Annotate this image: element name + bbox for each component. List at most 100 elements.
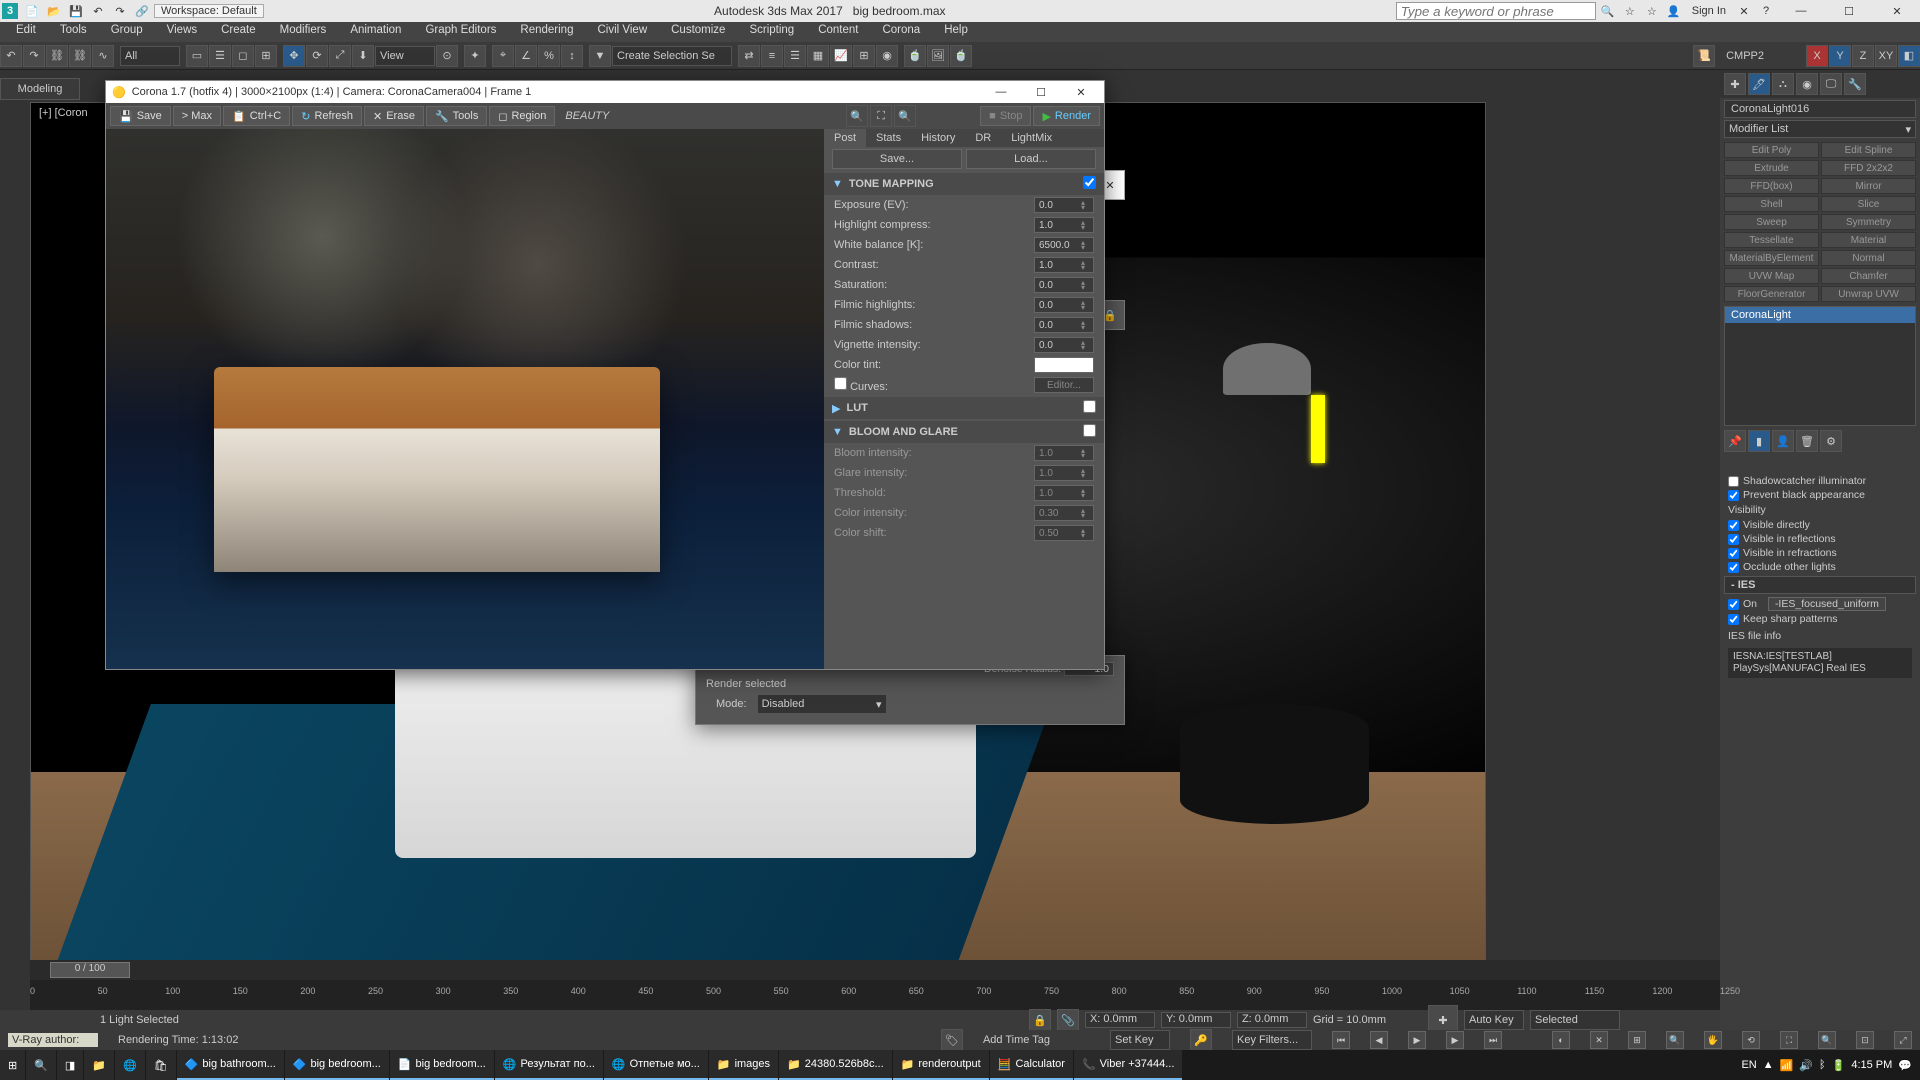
goto-start-icon[interactable]: ⏮ (1332, 1031, 1350, 1049)
ref-coord[interactable]: View (375, 46, 435, 66)
vfb-close[interactable]: ✕ (1064, 82, 1098, 102)
menu-corona[interactable]: Corona (870, 22, 932, 42)
visible-refractions-check[interactable]: Visible in refractions (1720, 546, 1920, 560)
mod-normal[interactable]: Normal (1821, 250, 1916, 266)
mirror-icon[interactable]: ⇄ (738, 45, 760, 67)
menu-tools[interactable]: Tools (48, 22, 99, 42)
tb-bigbed1[interactable]: 🔷big bedroom... (285, 1050, 389, 1080)
curves-check[interactable] (834, 377, 847, 390)
signin-link[interactable]: Sign In (1686, 5, 1732, 17)
vfb-minimize[interactable]: ― (984, 82, 1018, 102)
hierarchy-panel-icon[interactable]: ⛬ (1772, 73, 1794, 95)
bloom-value-4[interactable]: 0.50▴▾ (1034, 525, 1094, 541)
isolate-icon[interactable]: ◐ (1552, 1031, 1570, 1049)
keymode-dropdown[interactable]: Selected (1530, 1010, 1620, 1030)
mod-editspline[interactable]: Edit Spline (1821, 142, 1916, 158)
key-icon[interactable]: 🔑 (1190, 1029, 1212, 1051)
vfb-erase-button[interactable]: ✕Erase (364, 106, 424, 126)
bloom-value-0[interactable]: 1.0▴▾ (1034, 445, 1094, 461)
tm-value-5[interactable]: 0.0▴▾ (1034, 297, 1094, 313)
tb-bigbed2[interactable]: 📄big bedroom... (390, 1050, 494, 1080)
prev-frame-icon[interactable]: ◀ (1370, 1031, 1388, 1049)
ies-on-check[interactable]: On -IES_focused_uniform (1720, 596, 1920, 612)
setkey-button[interactable]: Set Key (1110, 1030, 1170, 1050)
modify-panel-icon[interactable]: 🖊 (1748, 73, 1770, 95)
tm-value-0[interactable]: 0.0▴▾ (1034, 197, 1094, 213)
menu-content[interactable]: Content (806, 22, 870, 42)
mod-editpoly[interactable]: Edit Poly (1724, 142, 1819, 158)
undo-icon[interactable]: ↶ (90, 3, 106, 19)
named-selection[interactable]: Create Selection Se (612, 46, 732, 66)
bind-icon[interactable]: ∿ (92, 45, 114, 67)
render-prod-icon[interactable]: 🍵 (950, 45, 972, 67)
tray-net-icon[interactable]: 📶 (1780, 1059, 1794, 1072)
bloom-value-2[interactable]: 1.0▴▾ (1034, 485, 1094, 501)
shadowcatcher-check[interactable]: Shadowcatcher illuminator (1720, 474, 1920, 488)
y-axis-button[interactable]: Y (1829, 45, 1851, 67)
zoom-out-icon[interactable]: 🔍 (846, 105, 868, 127)
mod-sweep[interactable]: Sweep (1724, 214, 1819, 230)
move-icon[interactable]: ✥ (283, 45, 305, 67)
add-timetag[interactable]: Add Time Tag (983, 1034, 1050, 1046)
vfb-region-button[interactable]: ◻Region (489, 106, 555, 126)
z-field[interactable]: Z: 0.0mm (1237, 1012, 1307, 1028)
modifier-list-dropdown[interactable]: Modifier List▾ (1724, 120, 1916, 138)
tray-notif-icon[interactable]: 💬 (1898, 1059, 1912, 1072)
tm-value-3[interactable]: 1.0▴▾ (1034, 257, 1094, 273)
autokey-button[interactable]: Auto Key (1464, 1010, 1524, 1030)
script-icon[interactable]: 📜 (1693, 45, 1715, 67)
search-tb-icon[interactable]: 🔍 (26, 1050, 56, 1080)
menu-grapheditors[interactable]: Graph Editors (413, 22, 508, 42)
config-icon[interactable]: ⚙ (1820, 430, 1842, 452)
vfb-tools-button[interactable]: 🔧Tools (426, 106, 487, 126)
new-icon[interactable]: 📄 (24, 3, 40, 19)
menu-views[interactable]: Views (155, 22, 209, 42)
tb-calc[interactable]: 🧮Calculator (990, 1050, 1073, 1080)
time-knob[interactable]: 0 / 100 (50, 962, 130, 978)
z-axis-button[interactable]: Z (1852, 45, 1874, 67)
curve-ed-icon[interactable]: 📈 (830, 45, 852, 67)
tray-icon[interactable]: ▲ (1763, 1059, 1774, 1071)
snap-icon[interactable]: ⌖ (492, 45, 514, 67)
goto-end-icon[interactable]: ⏭ (1484, 1031, 1502, 1049)
x-axis-button[interactable]: X (1806, 45, 1828, 67)
color-tint-swatch[interactable] (1034, 357, 1094, 373)
menu-rendering[interactable]: Rendering (508, 22, 585, 42)
vfb-render-view[interactable] (106, 129, 826, 669)
menu-create[interactable]: Create (209, 22, 268, 42)
tray-batt-icon[interactable]: 🔋 (1832, 1059, 1846, 1072)
explorer-icon[interactable]: 📁 (84, 1050, 114, 1080)
mod-matbyelem[interactable]: MaterialByElement (1724, 250, 1819, 266)
utilities-panel-icon[interactable]: 🔧 (1844, 73, 1866, 95)
star-icon[interactable]: ☆ (1622, 3, 1638, 19)
toggle-icon[interactable]: ▦ (807, 45, 829, 67)
tag-icon[interactable]: 🏷 (941, 1029, 963, 1051)
mod-ffd222[interactable]: FFD 2x2x2 (1821, 160, 1916, 176)
vfb-stop-button[interactable]: ■Stop (980, 106, 1031, 126)
menu-group[interactable]: Group (99, 22, 155, 42)
sel-lock-icon[interactable]: 📎 (1057, 1009, 1079, 1031)
maximize-button[interactable]: ☐ (1826, 0, 1872, 22)
nav7-icon[interactable]: ⊡ (1856, 1031, 1874, 1049)
nav4-icon[interactable]: ⟲ (1742, 1031, 1760, 1049)
start-button[interactable]: ⊞ (0, 1050, 25, 1080)
vfb-max-button[interactable]: > Max (173, 106, 221, 126)
bloom-enable-check[interactable] (1083, 424, 1096, 437)
bloom-section[interactable]: ▼BLOOM AND GLARE (824, 421, 1104, 443)
vfb-save-settings[interactable]: Save... (832, 149, 962, 169)
display-panel-icon[interactable]: 🖵 (1820, 73, 1842, 95)
motion-panel-icon[interactable]: ◉ (1796, 73, 1818, 95)
constraint-icon[interactable]: ◧ (1898, 45, 1920, 67)
show-end-icon[interactable]: ▮ (1748, 430, 1770, 452)
schematic-icon[interactable]: ⊞ (853, 45, 875, 67)
mod-symmetry[interactable]: Symmetry (1821, 214, 1916, 230)
vfb-copy-button[interactable]: 📋Ctrl+C (223, 106, 290, 126)
close-button[interactable]: ✕ (1874, 0, 1920, 22)
xview-icon[interactable]: ✕ (1590, 1031, 1608, 1049)
selection-filter[interactable]: All (120, 46, 180, 66)
tone-mapping-section[interactable]: ▼TONE MAPPING (824, 173, 1104, 195)
visible-reflections-check[interactable]: Visible in reflections (1720, 532, 1920, 546)
zoom-fit-icon[interactable]: ⛶ (870, 105, 892, 127)
save-icon[interactable]: 💾 (68, 3, 84, 19)
tm-value-6[interactable]: 0.0▴▾ (1034, 317, 1094, 333)
